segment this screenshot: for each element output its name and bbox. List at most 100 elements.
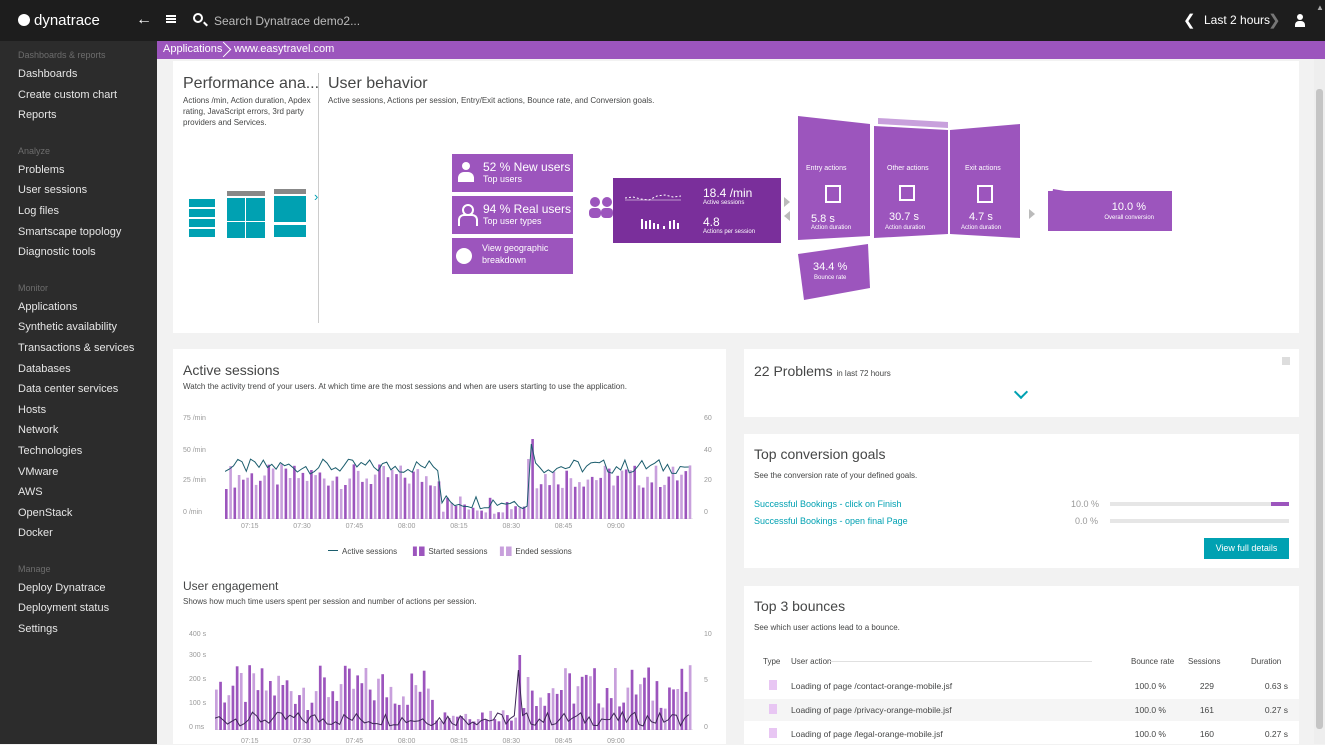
active-sessions-chart[interactable] [225, 417, 693, 519]
breadcrumb-current[interactable]: www.easytravel.com [234, 43, 334, 55]
top-user-types-link[interactable]: Top user types [483, 216, 542, 226]
y-axis-tick: 50 /min [183, 447, 206, 454]
bounce-rate-value[interactable]: 34.4 % [813, 261, 847, 273]
performance-title[interactable]: Performance ana... [183, 75, 319, 93]
breadcrumb: Applications www.easytravel.com [157, 41, 1325, 59]
search-input[interactable] [214, 12, 614, 30]
divider [318, 73, 319, 323]
timeframe-next-icon[interactable]: ❯ [1268, 11, 1281, 29]
sidebar-item-diagnostic-tools[interactable]: Diagnostic tools [0, 242, 157, 263]
collapse-arrow-icon[interactable]: ← [136, 11, 152, 29]
col-sessions[interactable]: Sessions [1188, 657, 1220, 666]
sidebar-item-aws[interactable]: AWS [0, 482, 157, 503]
sidebar-item-deploy-dynatrace[interactable]: Deploy Dynatrace [0, 578, 157, 599]
user-behavior-desc: Active sessions, Actions per session, En… [328, 96, 655, 105]
conversion-label: Overall conversion [1104, 215, 1154, 221]
sidebar-item-hosts[interactable]: Hosts [0, 400, 157, 421]
user-action-cell[interactable]: Loading of page /privacy-orange-mobile.j… [791, 705, 952, 715]
sidebar-section-title: Dashboards & reports [18, 50, 106, 60]
geographic-breakdown-tile[interactable]: View geographic breakdown [452, 238, 573, 274]
sidebar-item-user-sessions[interactable]: User sessions [0, 180, 157, 201]
goal-link-final-page[interactable]: Successful Bookings - open final Page [754, 516, 908, 526]
breadcrumb-applications[interactable]: Applications [163, 43, 222, 55]
sidebar-item-log-files[interactable]: Log files [0, 201, 157, 222]
sidebar-item-synthetic-availability[interactable]: Synthetic availability [0, 317, 157, 338]
user-icon[interactable] [1295, 14, 1305, 28]
entry-actions-label[interactable]: Entry actions [806, 165, 846, 172]
conversion-value: 10.0 % [1111, 201, 1146, 213]
bounce-rate-cell: 100.0 % [1134, 705, 1166, 715]
other-duration-label: Action duration [885, 225, 926, 231]
scroll-up-icon[interactable]: ▲ [1316, 3, 1324, 12]
dynatrace-logo[interactable]: dynatrace [18, 12, 100, 29]
user-engagement-title: User engagement [183, 579, 279, 593]
scrollbar[interactable] [1314, 59, 1325, 744]
user-engagement-chart[interactable] [215, 632, 693, 730]
real-users-tile[interactable]: 94 % Real users Top user types [452, 196, 573, 234]
sidebar-item-settings[interactable]: Settings [0, 619, 157, 640]
search-icon[interactable] [193, 13, 203, 23]
conversion-title: Top conversion goals [754, 446, 886, 462]
legend-started[interactable]: ▋▉ Started sessions [413, 547, 487, 556]
menu-icon[interactable] [166, 15, 176, 23]
table-row[interactable]: Loading of page /legal-orange-mobile.jsf… [744, 723, 1299, 745]
sidebar-section-title: Monitor [18, 282, 49, 293]
x-axis-tick: 08:15 [450, 523, 468, 530]
sidebar-item-create-custom-chart[interactable]: Create custom chart [0, 85, 157, 106]
active-sessions-tile[interactable]: 18.4 /min Active sessions 4.8 Actions pe… [613, 178, 781, 243]
exit-actions-label[interactable]: Exit actions [965, 165, 1001, 172]
user-action-cell[interactable]: Loading of page /legal-orange-mobile.jsf [791, 729, 943, 739]
sidebar-item-dashboards[interactable]: Dashboards [0, 64, 157, 85]
legend-active[interactable]: Active sessions [328, 547, 397, 556]
col-user-action[interactable]: User action [791, 657, 831, 666]
sidebar-item-deployment-status[interactable]: Deployment status [0, 598, 157, 619]
scroll-thumb[interactable] [1316, 89, 1323, 729]
sidebar-item-network[interactable]: Network [0, 420, 157, 441]
entry-actions-value: 5.8 s [811, 213, 835, 225]
view-full-details-button[interactable]: View full details [1204, 538, 1289, 559]
page-document-icon [769, 680, 777, 690]
sidebar-item-vmware[interactable]: VMware [0, 462, 157, 483]
performance-graphic-icon[interactable] [189, 189, 309, 239]
col-duration[interactable]: Duration [1251, 657, 1281, 666]
sidebar-item-smartscape-topology[interactable]: Smartscape topology [0, 222, 157, 243]
other-actions-label[interactable]: Other actions [887, 165, 929, 172]
sidebar-item-problems[interactable]: Problems [0, 160, 157, 181]
y-axis-tick: 0 /min [183, 509, 203, 516]
goal-value: 0.0 % [1075, 516, 1099, 526]
user-behavior-title: User behavior [328, 75, 428, 92]
legend-ended[interactable]: ▋▉ Ended sessions [500, 547, 572, 556]
sidebar-item-docker[interactable]: Docker [0, 523, 157, 544]
y-axis-tick: 5 [704, 677, 708, 684]
top-users-link[interactable]: Top users [483, 174, 522, 184]
sidebar-item-applications[interactable]: Applications [0, 297, 157, 318]
timeframe-prev-icon[interactable]: ❮ [1183, 11, 1196, 29]
problems-card[interactable]: 22 Problems in last 72 hours [744, 349, 1299, 417]
sidebar-item-transactions-services[interactable]: Transactions & services [0, 338, 157, 359]
mini-bars-icon [641, 219, 679, 229]
bounce-rate-cell: 100.0 % [1134, 681, 1166, 691]
sidebar-item-reports[interactable]: Reports [0, 105, 157, 126]
sidebar-item-data-center-services[interactable]: Data center services [0, 379, 157, 400]
new-users-tile[interactable]: 52 % New users Top users [452, 154, 573, 192]
sidebar-item-openstack[interactable]: OpenStack [0, 503, 157, 524]
globe-icon [456, 248, 472, 264]
col-bounce-rate[interactable]: Bounce rate [1131, 657, 1174, 666]
duration-cell: 0.63 s [1264, 681, 1288, 691]
problems-count-text: 22 Problems [754, 363, 833, 379]
info-icon[interactable] [1282, 357, 1290, 365]
table-row[interactable]: Loading of page /privacy-orange-mobile.j… [744, 699, 1299, 721]
x-axis-tick: 07:45 [345, 523, 364, 530]
user-action-cell[interactable]: Loading of page /contact-orange-mobile.j… [791, 681, 952, 691]
actions-per-session-label: Actions per session [703, 229, 756, 235]
pages-icon [899, 185, 915, 201]
table-row[interactable]: Loading of page /contact-orange-mobile.j… [744, 675, 1299, 697]
goal-link-finish[interactable]: Successful Bookings - click on Finish [754, 499, 902, 509]
expand-chevron-icon[interactable] [1013, 384, 1029, 400]
timeframe-selector[interactable]: Last 2 hours [1204, 13, 1270, 27]
sidebar-item-databases[interactable]: Databases [0, 359, 157, 380]
conversion-tile[interactable]: 10.0 % Overall conversion [1048, 191, 1172, 231]
sidebar-item-technologies[interactable]: Technologies [0, 441, 157, 462]
top-bar: dynatrace ← ❮ Last 2 hours ❯ [0, 0, 1325, 41]
performance-desc: Actions /min, Action duration, Apdex rat… [183, 96, 311, 127]
